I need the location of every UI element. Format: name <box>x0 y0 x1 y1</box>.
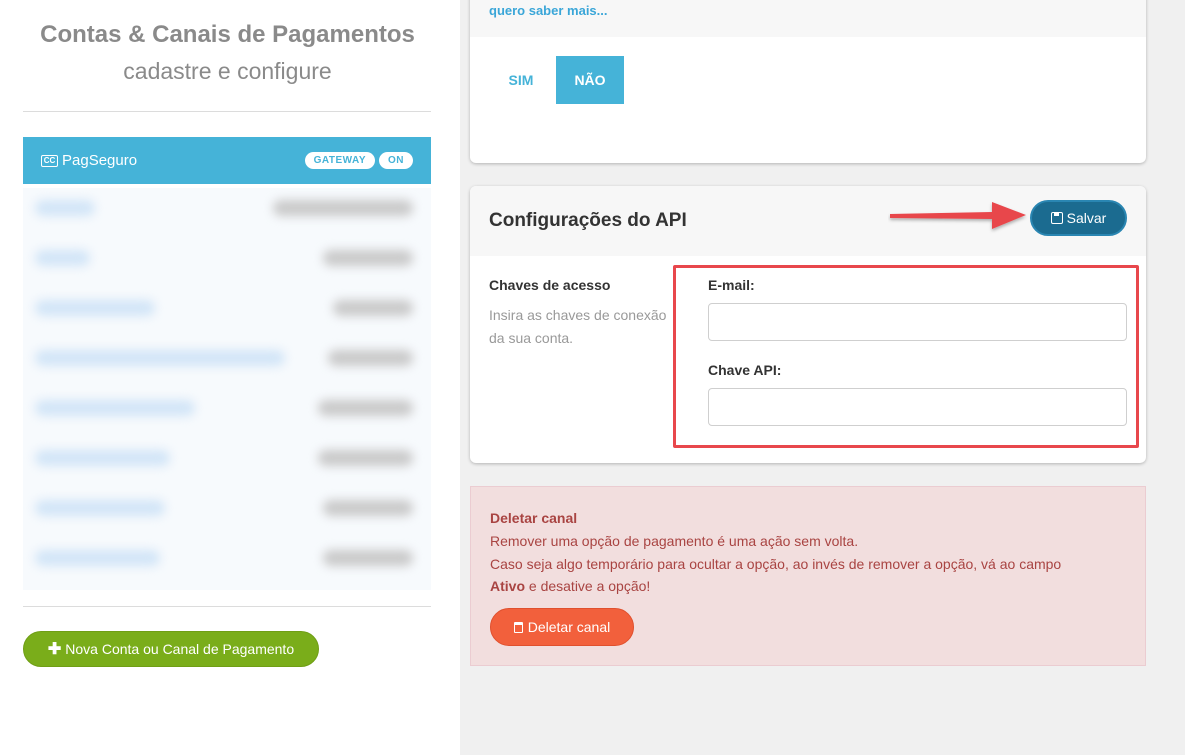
delete-channel-button[interactable]: Deletar canal <box>490 608 634 646</box>
delete-warning-line: Remover uma opção de pagamento é uma açã… <box>490 533 859 549</box>
list-item[interactable] <box>23 488 431 528</box>
gateway-badge: GATEWAY <box>304 152 375 169</box>
api-config-header: Configurações do API Salvar <box>470 186 1146 256</box>
delete-channel-text: Remover uma opção de pagamento é uma açã… <box>490 530 1130 598</box>
delete-hint-line-end: Ativo e desative a opção! <box>490 575 1130 598</box>
sidebar-title: Contas & Canais de Pagamentos <box>40 21 415 48</box>
new-channel-label: Nova Conta ou Canal de Pagamento <box>65 641 295 657</box>
save-label: Salvar <box>1066 210 1107 226</box>
active-panel-header: quero saber mais... <box>470 0 1146 37</box>
delete-channel-label: Deletar canal <box>527 619 611 635</box>
toggle-yes[interactable]: SIM <box>496 56 546 104</box>
new-channel-button[interactable]: ✚ Nova Conta ou Canal de Pagamento <box>23 631 319 667</box>
access-keys-description: Insira as chaves de conexão da sua conta… <box>489 307 667 346</box>
sidebar: Contas & Canais de Pagamentos cadastre e… <box>0 0 460 755</box>
channel-badges: GATEWAY ON <box>304 152 413 169</box>
trash-icon <box>513 621 523 633</box>
list-item[interactable] <box>23 338 431 378</box>
api-config-panel: Configurações do API Salvar Chaves de ac… <box>470 186 1146 463</box>
floppy-disk-icon <box>1050 212 1063 224</box>
list-item[interactable] <box>23 288 431 328</box>
list-item[interactable] <box>23 188 431 228</box>
channel-item-pagseguro[interactable]: CC PagSeguro GATEWAY ON <box>23 137 431 184</box>
delete-channel-title: Deletar canal <box>490 510 578 526</box>
sidebar-subtitle: cadastre e configure <box>123 58 332 84</box>
toggle-no[interactable]: NÃO <box>556 56 624 104</box>
annotation-arrow-icon <box>890 202 1026 229</box>
api-key-label: Chave API: <box>708 362 782 378</box>
list-item[interactable] <box>23 238 431 278</box>
learn-more-link[interactable]: quero saber mais... <box>489 3 608 18</box>
list-item[interactable] <box>23 388 431 428</box>
delete-hint-rest: e desative a opção! <box>525 578 651 594</box>
list-item[interactable] <box>23 438 431 478</box>
active-panel: quero saber mais... SIM NÃO <box>470 0 1146 163</box>
credit-card-icon: CC <box>41 154 58 167</box>
active-field-name: Ativo <box>490 578 525 594</box>
channel-name: PagSeguro <box>62 152 138 169</box>
api-key-field[interactable] <box>708 388 1127 426</box>
sidebar-divider <box>23 111 431 112</box>
list-item[interactable] <box>23 538 431 578</box>
delete-channel-panel: Deletar canal Remover uma opção de pagam… <box>470 486 1146 666</box>
api-config-title: Configurações do API <box>489 210 687 231</box>
sidebar-divider <box>23 606 431 607</box>
status-badge: ON <box>379 152 413 169</box>
access-keys-label: Chaves de acesso <box>489 277 611 293</box>
delete-hint-line: Caso seja algo temporário para ocultar a… <box>490 555 1062 572</box>
email-label: E-mail: <box>708 277 755 293</box>
channel-list-blurred <box>23 188 431 590</box>
email-field[interactable] <box>708 303 1127 341</box>
plus-icon: ✚ <box>47 641 62 658</box>
save-button[interactable]: Salvar <box>1030 200 1127 236</box>
